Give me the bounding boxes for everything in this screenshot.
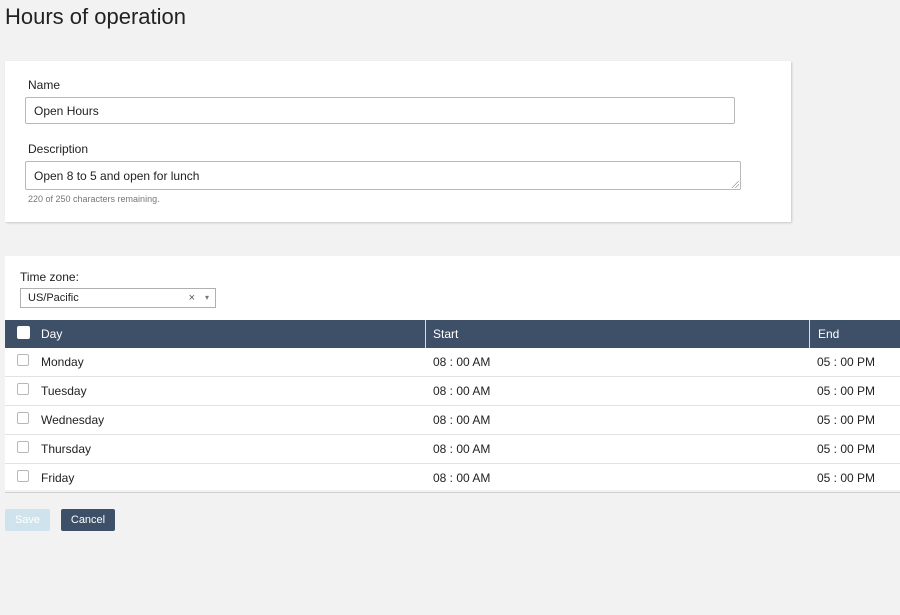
save-button[interactable]: Save — [5, 509, 50, 531]
row-checkbox[interactable] — [17, 354, 29, 366]
name-input[interactable]: Open Hours — [25, 97, 735, 124]
column-divider — [809, 320, 810, 348]
end-time-cell[interactable]: 05 : 00 PM — [817, 406, 875, 434]
day-cell: Monday — [41, 355, 84, 369]
hours-panel: Time zone: US/Pacific × ▾ Day Start End … — [5, 256, 900, 493]
timezone-value: US/Pacific — [28, 292, 79, 304]
page-title: Hours of operation — [5, 4, 186, 29]
day-cell: Wednesday — [41, 413, 105, 427]
column-header-start[interactable]: Start — [433, 320, 458, 348]
char-count-hint: 220 of 250 characters remaining. — [28, 194, 160, 204]
resize-grip-icon[interactable] — [732, 181, 739, 188]
start-time-cell[interactable]: 08 : 00 AM — [433, 435, 490, 463]
name-label: Name — [28, 78, 61, 92]
description-label: Description — [28, 142, 89, 156]
end-time-cell[interactable]: 05 : 00 PM — [817, 377, 875, 405]
table-row: Wednesday 08 : 00 AM 05 : 00 PM — [5, 406, 900, 435]
table-row: Friday 08 : 00 AM 05 : 00 PM — [5, 464, 900, 493]
hours-table: Day Start End Monday 08 : 00 AM 05 : 00 … — [5, 320, 900, 493]
column-header-end[interactable]: End — [818, 320, 839, 348]
start-time-cell[interactable]: 08 : 00 AM — [433, 348, 490, 376]
clear-icon[interactable]: × — [189, 292, 195, 304]
select-all-checkbox[interactable] — [17, 326, 30, 339]
start-time-cell[interactable]: 08 : 00 AM — [433, 464, 490, 492]
end-time-cell[interactable]: 05 : 00 PM — [817, 464, 875, 492]
day-cell: Thursday — [41, 442, 92, 456]
row-checkbox[interactable] — [17, 383, 29, 395]
start-time-cell[interactable]: 08 : 00 AM — [433, 377, 490, 405]
cancel-button[interactable]: Cancel — [61, 509, 115, 531]
table-row: Thursday 08 : 00 AM 05 : 00 PM — [5, 435, 900, 464]
row-checkbox[interactable] — [17, 470, 29, 482]
day-cell: Tuesday — [41, 384, 87, 398]
chevron-down-icon[interactable]: ▾ — [205, 293, 209, 302]
description-text: Open 8 to 5 and open for lunch — [34, 168, 200, 183]
column-header-day[interactable]: Day — [41, 320, 62, 348]
description-textarea[interactable]: Open 8 to 5 and open for lunch — [25, 161, 741, 190]
timezone-label: Time zone: — [20, 270, 79, 284]
end-time-cell[interactable]: 05 : 00 PM — [817, 435, 875, 463]
day-cell: Friday — [41, 471, 75, 485]
timezone-select[interactable]: US/Pacific × ▾ — [20, 288, 216, 308]
details-card: Name Open Hours Description Open 8 to 5 … — [5, 61, 791, 222]
table-header: Day Start End — [5, 320, 900, 348]
row-checkbox[interactable] — [17, 441, 29, 453]
start-time-cell[interactable]: 08 : 00 AM — [433, 406, 490, 434]
table-row: Tuesday 08 : 00 AM 05 : 00 PM — [5, 377, 900, 406]
table-row: Monday 08 : 00 AM 05 : 00 PM — [5, 348, 900, 377]
column-divider — [425, 320, 426, 348]
end-time-cell[interactable]: 05 : 00 PM — [817, 348, 875, 376]
row-checkbox[interactable] — [17, 412, 29, 424]
